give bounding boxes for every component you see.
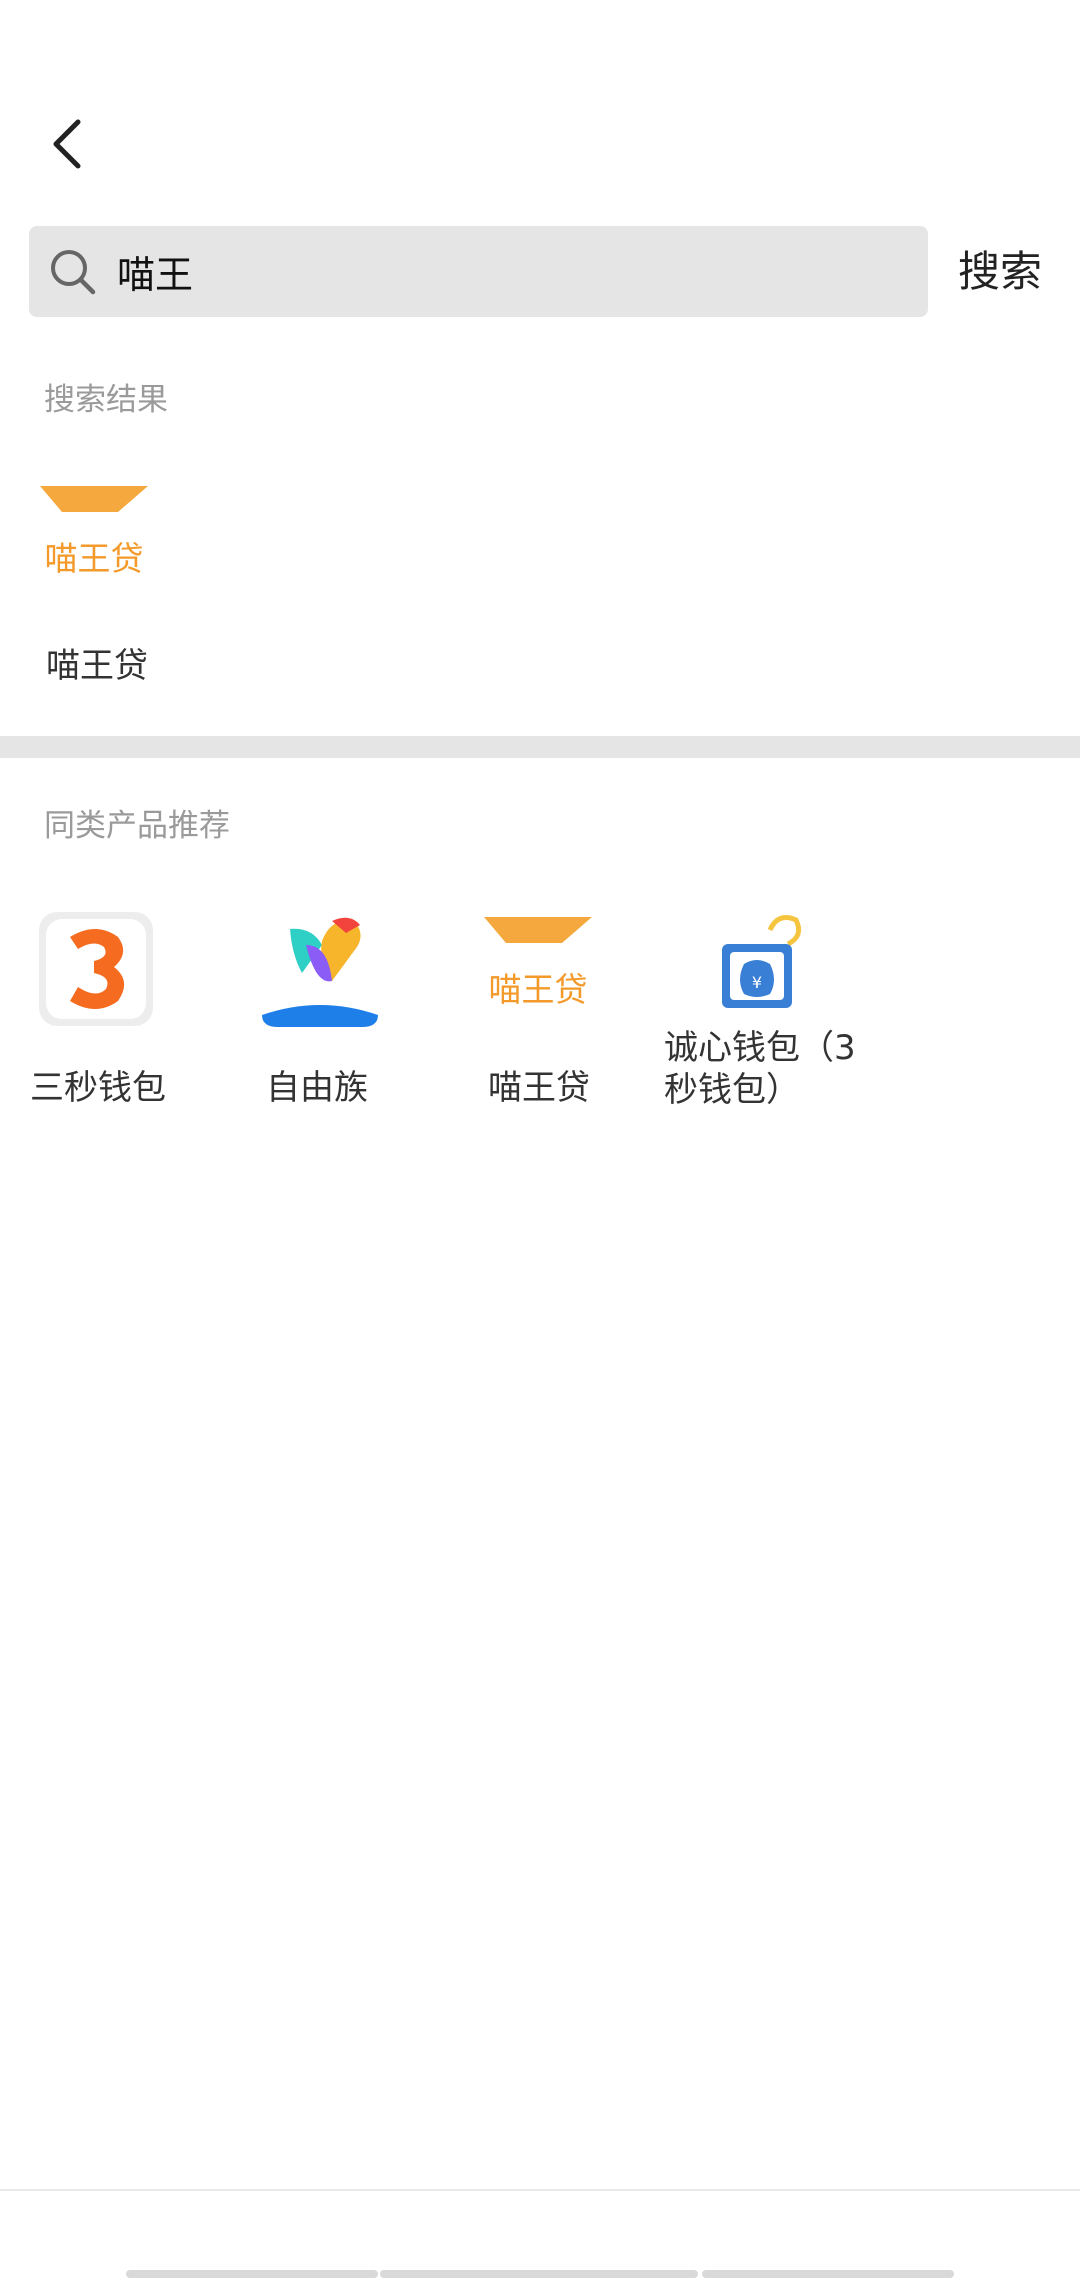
- miaowang-logo-icon: 喵王贷: [40, 486, 148, 578]
- app-name: 自由族: [266, 1068, 368, 1108]
- miaowang-logo-icon: 喵王贷: [484, 917, 592, 1009]
- app-name-line2: 秒钱包）: [664, 1070, 800, 1110]
- app-name: 喵王贷: [46, 646, 148, 686]
- section-title-recommend: 同类产品推荐: [44, 808, 230, 844]
- search-bar[interactable]: [29, 226, 928, 317]
- money-bag-logo-icon: ¥: [722, 915, 802, 1008]
- section-title-results: 搜索结果: [44, 382, 168, 418]
- nav-bar-segment: [702, 2270, 954, 2278]
- nav-bar-segment: [126, 2270, 378, 2278]
- back-button[interactable]: [44, 112, 92, 176]
- search-icon: [51, 250, 96, 295]
- section-divider: [0, 736, 1080, 758]
- recommend-item[interactable]: 自由族: [258, 908, 478, 1128]
- search-button[interactable]: 搜索: [958, 240, 1042, 304]
- search-input[interactable]: [117, 226, 897, 317]
- parrot-logo-icon: [262, 917, 378, 1027]
- app-name: 喵王贷: [488, 1068, 590, 1108]
- app-name-line1: 诚心钱包（3: [664, 1028, 856, 1068]
- bottom-divider: [0, 2189, 1080, 2191]
- chevron-left-icon: [53, 119, 81, 169]
- app-name: 三秒钱包: [30, 1068, 166, 1108]
- svg-text:¥: ¥: [752, 973, 762, 992]
- logo-text: 喵王贷: [489, 970, 588, 1009]
- nav-bar-segment: [380, 2270, 698, 2278]
- result-item[interactable]: 喵王贷 喵王贷: [36, 480, 256, 700]
- logo-text: 喵王贷: [45, 539, 144, 578]
- recommend-item[interactable]: ¥ 诚心钱包（3 秒钱包）: [662, 908, 882, 1128]
- recommend-item[interactable]: 三秒钱包: [30, 908, 250, 1128]
- three-logo-icon: [39, 912, 153, 1026]
